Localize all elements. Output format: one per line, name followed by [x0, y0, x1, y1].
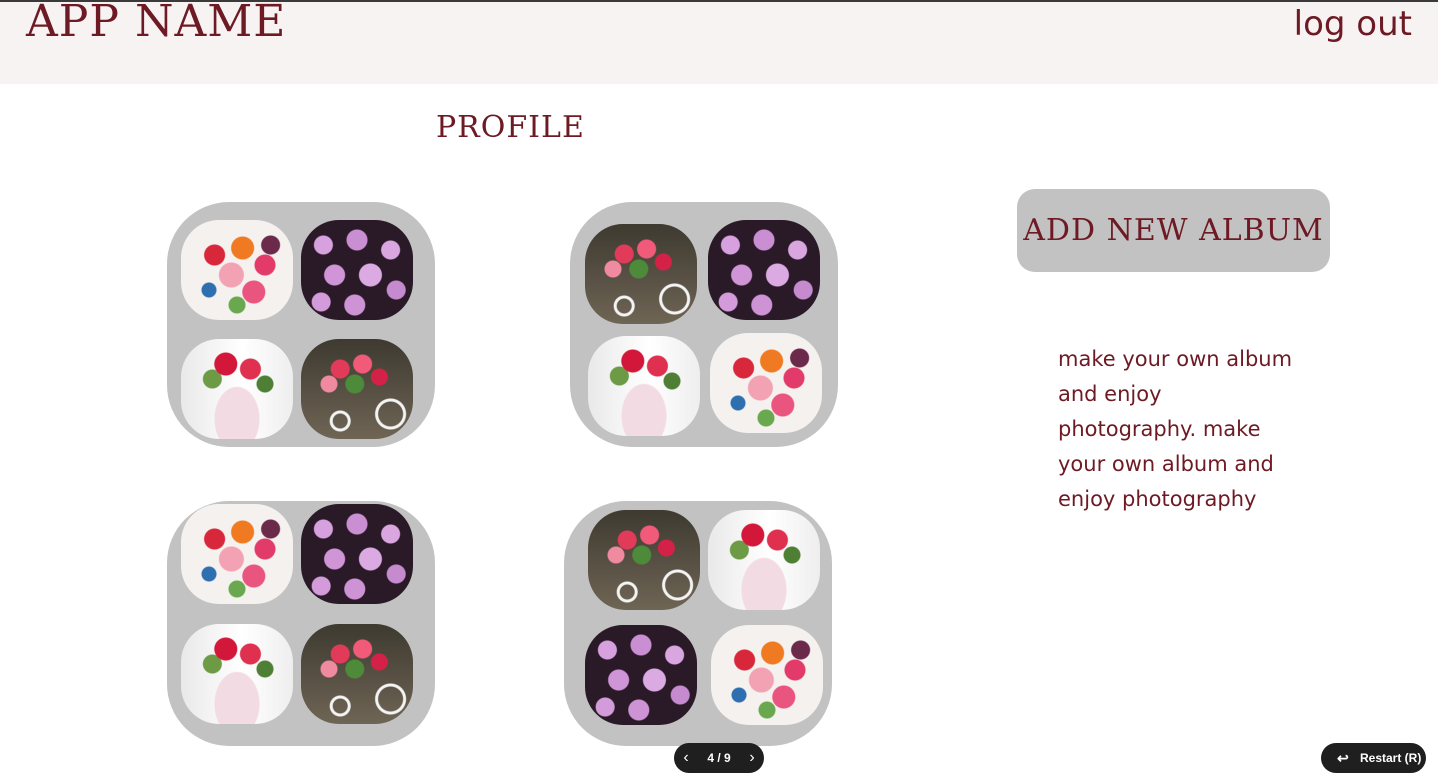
app-header: APP NAME log out [0, 0, 1438, 84]
album-thumbnail [301, 220, 413, 320]
album-thumbnail [301, 504, 413, 604]
logout-link[interactable]: log out [1294, 4, 1412, 44]
app-name: APP NAME [26, 0, 287, 47]
chevron-left-icon[interactable]: ‹ [674, 743, 698, 773]
album-thumbnail [710, 333, 822, 433]
album-thumbnail [301, 339, 413, 439]
return-arrow-icon: ↩ [1337, 750, 1349, 766]
album-thumbnail [301, 624, 413, 724]
album-thumbnail [588, 336, 700, 436]
album-thumbnail [708, 220, 820, 320]
album-thumbnail [585, 224, 697, 324]
album-card-2[interactable] [570, 202, 838, 447]
album-thumbnail [181, 504, 293, 604]
album-card-4[interactable] [564, 501, 832, 746]
page-title: PROFILE [436, 110, 585, 145]
slide-counter: 4 / 9 [707, 751, 731, 765]
album-thumbnail [711, 625, 823, 725]
chevron-right-icon[interactable]: › [740, 743, 764, 773]
album-thumbnail [181, 220, 293, 320]
album-thumbnail [588, 510, 700, 610]
add-new-album-button[interactable]: ADD NEW ALBUM [1017, 189, 1330, 272]
album-card-1[interactable] [167, 202, 435, 447]
album-thumbnail [181, 339, 293, 439]
restart-label: Restart (R) [1360, 751, 1422, 765]
album-thumbnail [181, 624, 293, 724]
album-card-3[interactable] [167, 501, 435, 746]
album-thumbnail [585, 625, 697, 725]
slide-pager: ‹ 4 / 9 › [674, 743, 764, 773]
restart-button[interactable]: ↩ Restart (R) [1321, 743, 1426, 773]
intro-text: make your own album and enjoy photograph… [1058, 347, 1293, 511]
album-thumbnail [708, 510, 820, 610]
